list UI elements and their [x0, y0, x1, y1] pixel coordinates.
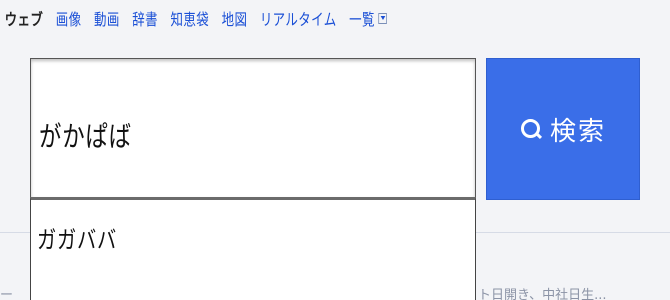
footer-text-right: ト日開き、中社日生...	[478, 288, 607, 300]
tab-realtime[interactable]: リアルタイム	[260, 6, 337, 30]
search-button[interactable]: 検索	[486, 58, 640, 200]
tab-maps[interactable]: 地図	[222, 6, 248, 30]
dropdown-arrow-icon	[378, 12, 387, 24]
search-query-text: がかぱば	[39, 120, 132, 153]
tab-images[interactable]: 画像	[56, 6, 82, 30]
search-icon	[520, 118, 542, 140]
search-button-label: 検索	[549, 116, 606, 147]
search-category-tabs: ウェブ 画像 動画 辞書 知恵袋 地図 リアルタイム 一覧	[0, 0, 670, 36]
suggestion-dropdown: ガガババ	[30, 197, 476, 300]
search-input[interactable]: がかぱば	[30, 58, 476, 198]
more-label: 一覧	[349, 10, 375, 29]
tab-chiebukuro[interactable]: 知恵袋	[170, 6, 209, 30]
tab-dictionary[interactable]: 辞書	[132, 6, 158, 30]
footer-text-left: ー	[0, 288, 14, 300]
search-page: ウェブ 画像 動画 辞書 知恵袋 地図 リアルタイム 一覧 がかぱば 検索 ー …	[0, 0, 670, 300]
tab-web[interactable]: ウェブ	[5, 6, 44, 30]
tab-more[interactable]: 一覧	[349, 6, 387, 30]
tab-videos[interactable]: 動画	[94, 6, 120, 30]
suggestion-item[interactable]: ガガババ	[37, 220, 117, 255]
